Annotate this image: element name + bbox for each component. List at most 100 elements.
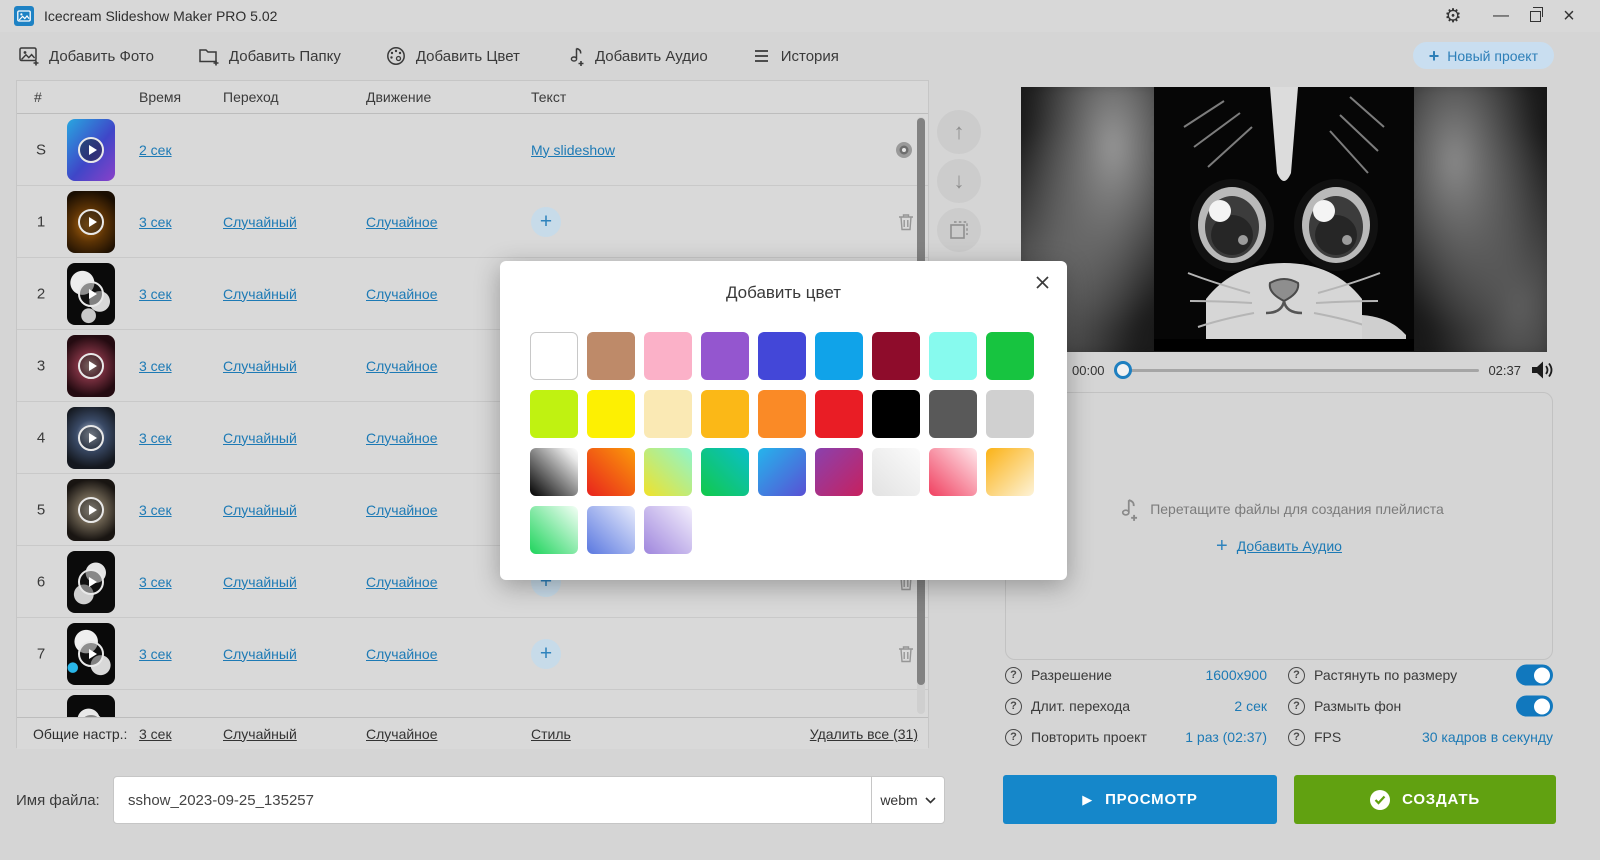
motion-link[interactable]: Случайное (366, 502, 437, 518)
transition-link[interactable]: Случайный (223, 286, 297, 302)
help-icon[interactable]: ? (1005, 666, 1022, 684)
color-swatch-grad-purple-lavender[interactable] (644, 506, 692, 554)
color-swatch-aqua[interactable] (929, 332, 977, 380)
maximize-button[interactable] (1518, 3, 1552, 29)
color-swatch-green[interactable] (986, 332, 1034, 380)
color-swatch-orange[interactable] (758, 390, 806, 438)
help-icon[interactable]: ? (1288, 666, 1305, 684)
format-select[interactable]: webm (871, 777, 944, 823)
time-link[interactable]: 3 сек (139, 502, 172, 518)
history-button[interactable]: История (752, 46, 839, 66)
transition-link[interactable]: Случайный (223, 574, 297, 590)
help-icon[interactable]: ? (1288, 697, 1305, 715)
color-swatch-grad-black-white[interactable] (530, 448, 578, 496)
preview-button[interactable]: ▶ ПРОСМОТР (1003, 775, 1277, 824)
slide-thumbnail[interactable] (67, 335, 115, 397)
slide-thumbnail[interactable] (67, 119, 115, 181)
slide-thumbnail[interactable] (67, 263, 115, 325)
delete-all-link[interactable]: Удалить все (31) (810, 726, 918, 742)
add-text-button[interactable]: + (531, 206, 561, 237)
motion-link[interactable]: Случайное (366, 646, 437, 662)
add-color-button[interactable]: Добавить Цвет (385, 45, 520, 67)
color-swatch-purple[interactable] (701, 332, 749, 380)
add-text-button[interactable]: + (531, 638, 561, 669)
color-swatch-yellow[interactable] (587, 390, 635, 438)
slideshow-title-link[interactable]: My slideshow (531, 142, 615, 158)
footer-style-link[interactable]: Стиль (531, 726, 571, 742)
motion-link[interactable]: Случайное (366, 430, 437, 446)
color-swatch-grad-purple-crimson[interactable] (815, 448, 863, 496)
table-row-7[interactable]: 7 3 сек Случайный Случайное + (17, 618, 928, 690)
color-swatch-grad-pink-white[interactable] (929, 448, 977, 496)
blur-bg-toggle[interactable] (1516, 695, 1553, 717)
color-swatch-black[interactable] (872, 390, 920, 438)
color-swatch-azure[interactable] (815, 332, 863, 380)
add-audio-link[interactable]: + Добавить Аудио (1216, 536, 1342, 556)
help-icon[interactable]: ? (1005, 728, 1022, 746)
slide-thumbnail[interactable] (67, 191, 115, 253)
slide-thumbnail[interactable] (67, 479, 115, 541)
transition-link[interactable]: Случайный (223, 502, 297, 518)
color-swatch-grad-amber-white[interactable] (986, 448, 1034, 496)
color-swatch-red[interactable] (815, 390, 863, 438)
time-link[interactable]: 2 сек (139, 142, 172, 158)
slide-thumbnail[interactable] (67, 551, 115, 613)
color-swatch-grad-blue-lavender[interactable] (587, 506, 635, 554)
audio-playlist-dropzone[interactable]: Перетащите файлы для создания плейлиста … (1005, 392, 1553, 660)
move-up-button[interactable]: ↑ (937, 110, 981, 154)
color-swatch-grad-cyan-indigo[interactable] (758, 448, 806, 496)
slide-thumbnail[interactable] (67, 695, 115, 717)
color-swatch-brown[interactable] (587, 332, 635, 380)
help-icon[interactable]: ? (1005, 697, 1022, 715)
new-project-button[interactable]: + Новый проект (1412, 42, 1554, 69)
color-swatch-light-gray[interactable] (986, 390, 1034, 438)
trash-icon[interactable] (898, 645, 914, 663)
time-link[interactable]: 3 сек (139, 214, 172, 230)
time-link[interactable]: 3 сек (139, 430, 172, 446)
slide-thumbnail[interactable] (67, 623, 115, 685)
minimize-button[interactable]: — (1484, 3, 1518, 29)
help-icon[interactable]: ? (1288, 728, 1305, 746)
color-swatch-white[interactable] (530, 332, 578, 380)
color-swatch-pink[interactable] (644, 332, 692, 380)
transition-link[interactable]: Случайный (223, 430, 297, 446)
color-swatch-grad-green-white[interactable] (530, 506, 578, 554)
seek-handle[interactable] (1113, 361, 1132, 379)
transition-link[interactable]: Случайный (223, 646, 297, 662)
resolution-value-link[interactable]: 1600x900 (1205, 667, 1267, 683)
footer-motion-link[interactable]: Случайное (366, 726, 437, 742)
move-down-button[interactable]: ↓ (937, 159, 981, 203)
stretch-toggle[interactable] (1516, 664, 1553, 686)
time-link[interactable]: 3 сек (139, 286, 172, 302)
seek-slider[interactable] (1113, 361, 1480, 379)
footer-time-link[interactable]: 3 сек (139, 726, 172, 742)
trash-icon[interactable] (898, 213, 914, 231)
filename-input[interactable] (114, 777, 871, 823)
slide-thumbnail[interactable] (67, 407, 115, 469)
motion-link[interactable]: Случайное (366, 358, 437, 374)
time-link[interactable]: 3 сек (139, 646, 172, 662)
video-preview[interactable] (1021, 87, 1547, 352)
motion-link[interactable]: Случайное (366, 286, 437, 302)
dialog-close-button[interactable] (1029, 269, 1055, 295)
volume-icon[interactable] (1530, 360, 1554, 380)
repeat-value-link[interactable]: 1 раз (02:37) (1185, 729, 1267, 745)
transition-link[interactable]: Случайный (223, 214, 297, 230)
table-row-s[interactable]: S 2 сек My slideshow (17, 114, 928, 186)
add-folder-button[interactable]: Добавить Папку (198, 45, 341, 67)
color-swatch-cream[interactable] (644, 390, 692, 438)
close-button[interactable]: × (1552, 3, 1586, 29)
add-photo-button[interactable]: Добавить Фото (18, 45, 154, 67)
motion-link[interactable]: Случайное (366, 214, 437, 230)
color-swatch-grad-green-cyan[interactable] (701, 448, 749, 496)
color-swatch-blue-violet[interactable] (758, 332, 806, 380)
color-swatch-chartreuse[interactable] (530, 390, 578, 438)
color-swatch-amber[interactable] (701, 390, 749, 438)
color-swatch-dark-gray[interactable] (929, 390, 977, 438)
table-row-8[interactable]: 8 (17, 690, 928, 717)
settings-gear-icon[interactable]: ⚙ (1436, 3, 1470, 29)
time-link[interactable]: 3 сек (139, 574, 172, 590)
create-button[interactable]: СОЗДАТЬ (1294, 775, 1556, 824)
eye-icon[interactable] (894, 140, 914, 160)
color-swatch-dark-red[interactable] (872, 332, 920, 380)
